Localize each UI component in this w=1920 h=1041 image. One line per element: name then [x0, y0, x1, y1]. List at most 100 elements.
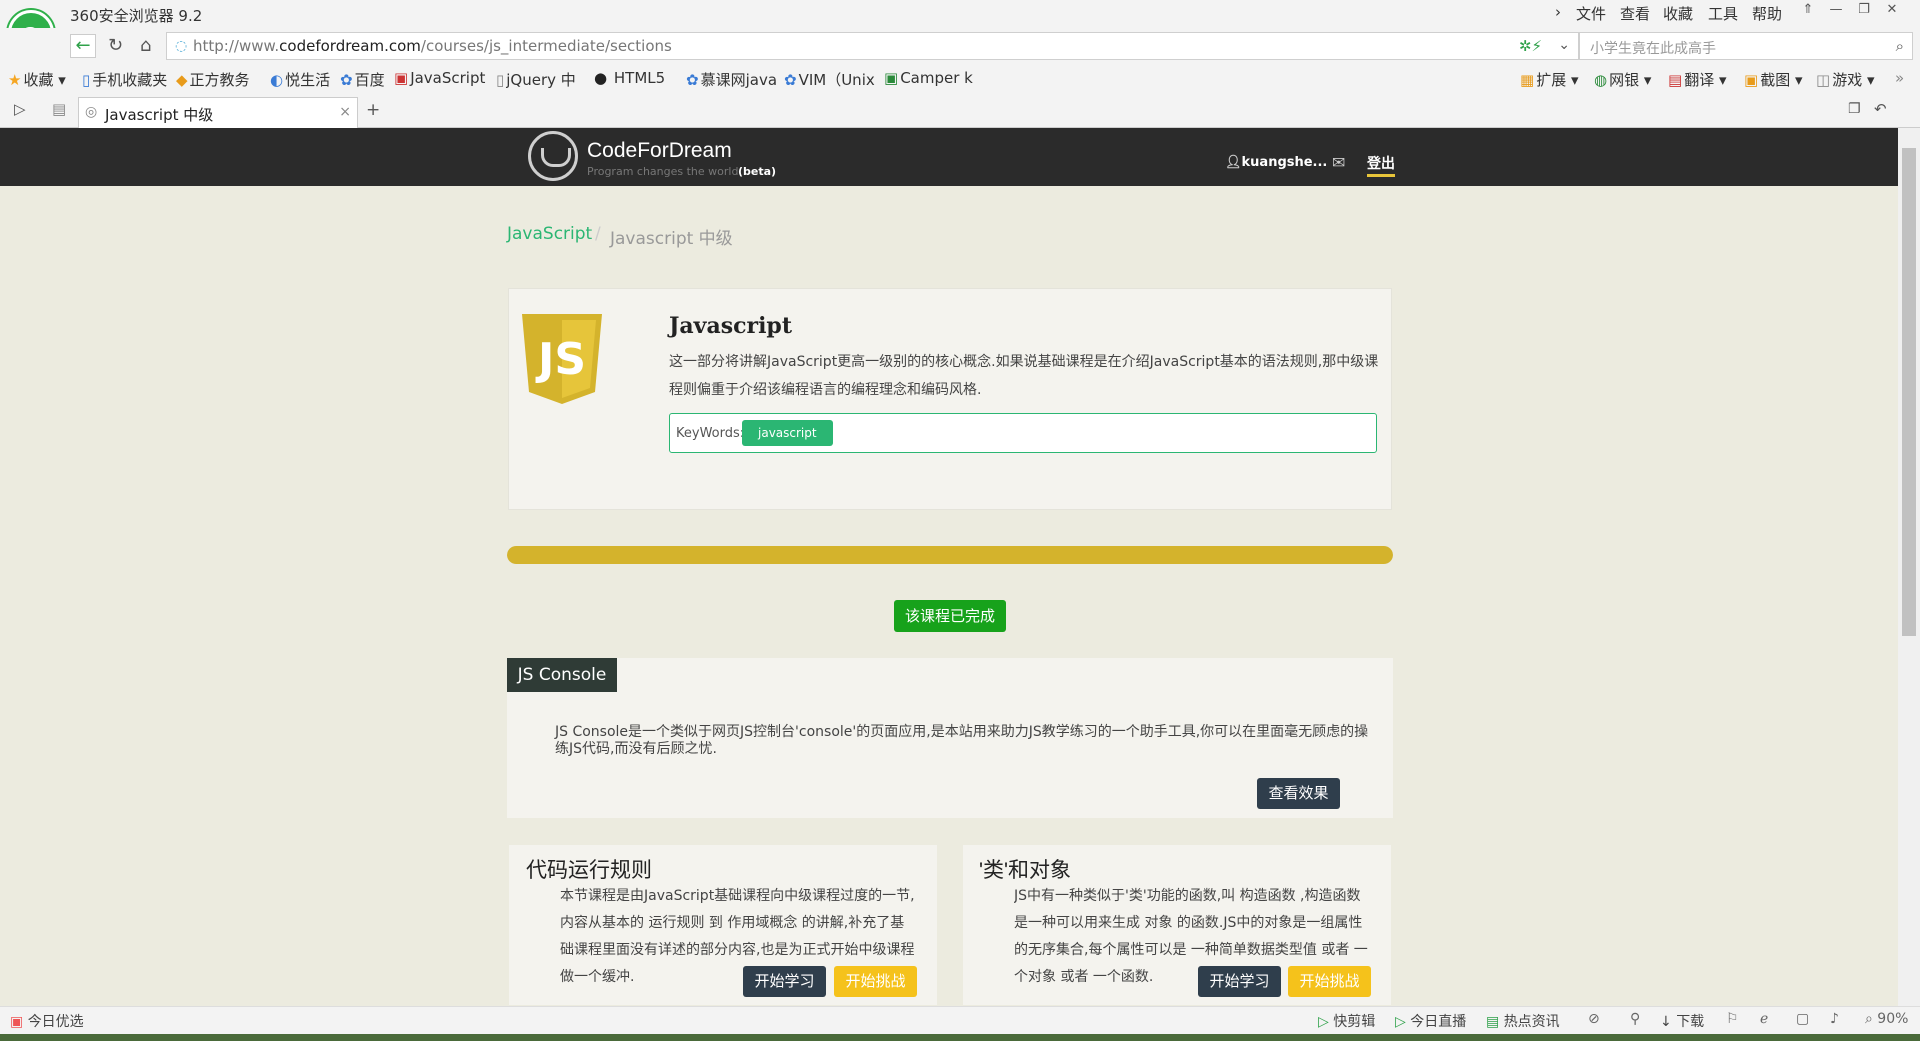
- logout-link[interactable]: 登出: [1367, 153, 1395, 177]
- bookmark-html5[interactable]: ● HTML5: [594, 69, 665, 87]
- start-learning-button[interactable]: 开始学习: [743, 966, 826, 997]
- beta-badge: (beta): [738, 165, 777, 178]
- course-title: Javascript: [669, 313, 792, 339]
- search-placeholder: 小学生竟在此成高手: [1590, 41, 1716, 57]
- restore-tab-icon[interactable]: ❐: [1848, 101, 1861, 117]
- status-item-label: 下载: [1676, 1014, 1705, 1030]
- menu-tools[interactable]: 工具: [1708, 3, 1738, 24]
- breadcrumb-root[interactable]: JavaScript: [507, 224, 592, 244]
- undo-close-icon[interactable]: ↶: [1874, 100, 1887, 118]
- zoom-level: 90%: [1877, 1011, 1909, 1027]
- flag-icon[interactable]: ⚐: [1726, 1011, 1739, 1027]
- status-item-label: 热点资讯: [1503, 1014, 1560, 1030]
- bookmark-jquery[interactable]: ▯ jQuery 中: [496, 69, 576, 90]
- search-icon[interactable]: ⌕: [1896, 37, 1904, 55]
- back-icon[interactable]: ←: [70, 34, 96, 58]
- bookmark-favorites[interactable]: ★ 收藏 ▾: [8, 69, 66, 90]
- live-icon: ▷: [1395, 1014, 1406, 1030]
- site-security-icon: ◌: [175, 38, 188, 54]
- site-tagline: Program changes the world: [587, 165, 739, 178]
- status-live[interactable]: ▷ 今日直播: [1395, 1011, 1466, 1031]
- menu-help[interactable]: 帮助: [1752, 3, 1782, 24]
- address-input[interactable]: ◌ http://www.codefordream.com/courses/js…: [166, 32, 1579, 60]
- sound-icon[interactable]: ♪: [1830, 1011, 1839, 1027]
- bookmark-yueshenghuo[interactable]: ◐ 悦生活: [270, 69, 330, 90]
- mail-icon[interactable]: ✉: [1332, 153, 1345, 172]
- tab-active[interactable]: ◎ Javascript 中级 ×: [78, 97, 358, 128]
- menu-file[interactable]: 文件: [1576, 3, 1606, 24]
- url-text: http://www.codefordream.com/courses/js_i…: [193, 37, 672, 55]
- tab-list-icon[interactable]: ▤: [52, 100, 66, 118]
- breadcrumb-separator: /: [595, 224, 601, 244]
- user-name: kuangshe...: [1241, 155, 1328, 170]
- bookmark-camper[interactable]: ▣ Camper k: [884, 69, 973, 87]
- toolbar-extensions[interactable]: ▦ 扩展 ▾: [1520, 69, 1579, 90]
- status-item-label: 今日直播: [1410, 1014, 1467, 1030]
- status-icon-1[interactable]: ⊘: [1588, 1011, 1600, 1027]
- status-news[interactable]: ▤ 热点资讯: [1486, 1011, 1560, 1031]
- menu-chevron-icon[interactable]: ›: [1555, 3, 1561, 21]
- console-view-button[interactable]: 查看效果: [1257, 778, 1340, 809]
- toolbar-screenshot[interactable]: ▣ 截图 ▾: [1744, 69, 1803, 90]
- toolbar-bank[interactable]: ◍ 网银 ▾: [1594, 69, 1651, 90]
- tab-favicon-icon: ◎: [85, 104, 98, 120]
- keywords-box: KeyWords: javascript: [669, 413, 1377, 453]
- bookmark-imooc[interactable]: ✿ 慕课网java: [686, 69, 777, 90]
- sidebar-toggle-icon[interactable]: ▷: [14, 100, 26, 118]
- bookmark-vim[interactable]: ✿ VIM（Unix: [784, 69, 875, 90]
- user-menu[interactable]: 👤︎kuangshe...: [1225, 155, 1327, 170]
- toolbar-games[interactable]: ◫ 游戏 ▾: [1816, 69, 1875, 90]
- bookmark-zhengfang[interactable]: ◆ 正方教务: [176, 69, 250, 90]
- refresh-icon[interactable]: ↻: [108, 35, 123, 56]
- course-progress-bar: [507, 546, 1393, 564]
- toolbar-translate[interactable]: ▤ 翻译 ▾: [1668, 69, 1727, 90]
- course-completed-button[interactable]: 该课程已完成: [894, 600, 1006, 632]
- console-title: JS Console: [507, 658, 617, 692]
- speed-icon[interactable]: ✲⚡: [1519, 37, 1542, 55]
- news-icon: ▤: [1486, 1014, 1500, 1030]
- clip-icon: ▷: [1318, 1014, 1329, 1030]
- breadcrumb-current: Javascript 中级: [610, 229, 733, 249]
- keyword-tag[interactable]: javascript: [742, 420, 833, 446]
- gift-icon: ▣: [10, 1014, 24, 1030]
- js-logo-icon: JS: [522, 314, 602, 404]
- ie-icon[interactable]: ℯ: [1760, 1011, 1768, 1027]
- bookmark-baidu[interactable]: ✿ 百度: [340, 69, 385, 90]
- os-taskbar: [0, 1034, 1920, 1041]
- tab-title: Javascript 中级: [105, 106, 214, 124]
- menu-favorites[interactable]: 收藏: [1663, 3, 1693, 24]
- start-challenge-button[interactable]: 开始挑战: [1288, 966, 1371, 997]
- status-quick-clip[interactable]: ▷ 快剪辑: [1318, 1011, 1375, 1031]
- today-picks[interactable]: ▣ 今日优选: [10, 1011, 84, 1031]
- tab-close-icon[interactable]: ×: [339, 104, 351, 120]
- section-title: 代码运行规则: [526, 859, 652, 882]
- toolbar-more-icon[interactable]: »: [1895, 69, 1904, 87]
- url-dropdown-icon[interactable]: ⌄: [1558, 37, 1570, 53]
- course-description: 这一部分将讲解JavaScript更高一级别的的核心概念.如果说基础课程是在介绍…: [669, 354, 1379, 398]
- zoom-control[interactable]: ⌕ 90%: [1865, 1011, 1908, 1027]
- site-brand[interactable]: CodeForDream: [587, 139, 732, 163]
- console-description: JS Console是一个类似于网页JS控制台'console'的页面应用,是本…: [555, 724, 1369, 757]
- start-learning-button[interactable]: 开始学习: [1198, 966, 1281, 997]
- new-tab-button[interactable]: +: [366, 100, 380, 120]
- pin-icon[interactable]: ⇑: [1797, 2, 1819, 20]
- status-item-label: 快剪辑: [1333, 1014, 1376, 1030]
- js-logo-text: JS: [535, 334, 586, 385]
- close-window-icon[interactable]: ✕: [1881, 2, 1903, 20]
- home-icon[interactable]: ⌂: [140, 35, 151, 56]
- browser-app-title: 360安全浏览器 9.2: [70, 7, 203, 25]
- status-download[interactable]: ↓ 下载: [1660, 1011, 1704, 1031]
- bookmark-mobile[interactable]: ▯ 手机收藏夹: [82, 69, 167, 90]
- course-progress-fill: [507, 546, 1393, 564]
- minimize-icon[interactable]: —: [1825, 2, 1847, 20]
- site-logo-icon[interactable]: [528, 131, 578, 181]
- bookmark-javascript[interactable]: ▣ JavaScript: [394, 69, 485, 87]
- window-icon[interactable]: ▢: [1796, 1011, 1809, 1027]
- menu-view[interactable]: 查看: [1620, 3, 1650, 24]
- search-input[interactable]: 小学生竟在此成高手 ⌕: [1579, 32, 1913, 60]
- user-icon: 👤︎: [1225, 155, 1242, 170]
- restore-icon[interactable]: ❐: [1853, 2, 1875, 20]
- start-challenge-button[interactable]: 开始挑战: [834, 966, 917, 997]
- status-icon-2[interactable]: ⚲: [1630, 1011, 1640, 1027]
- scrollbar-thumb[interactable]: [1902, 148, 1916, 636]
